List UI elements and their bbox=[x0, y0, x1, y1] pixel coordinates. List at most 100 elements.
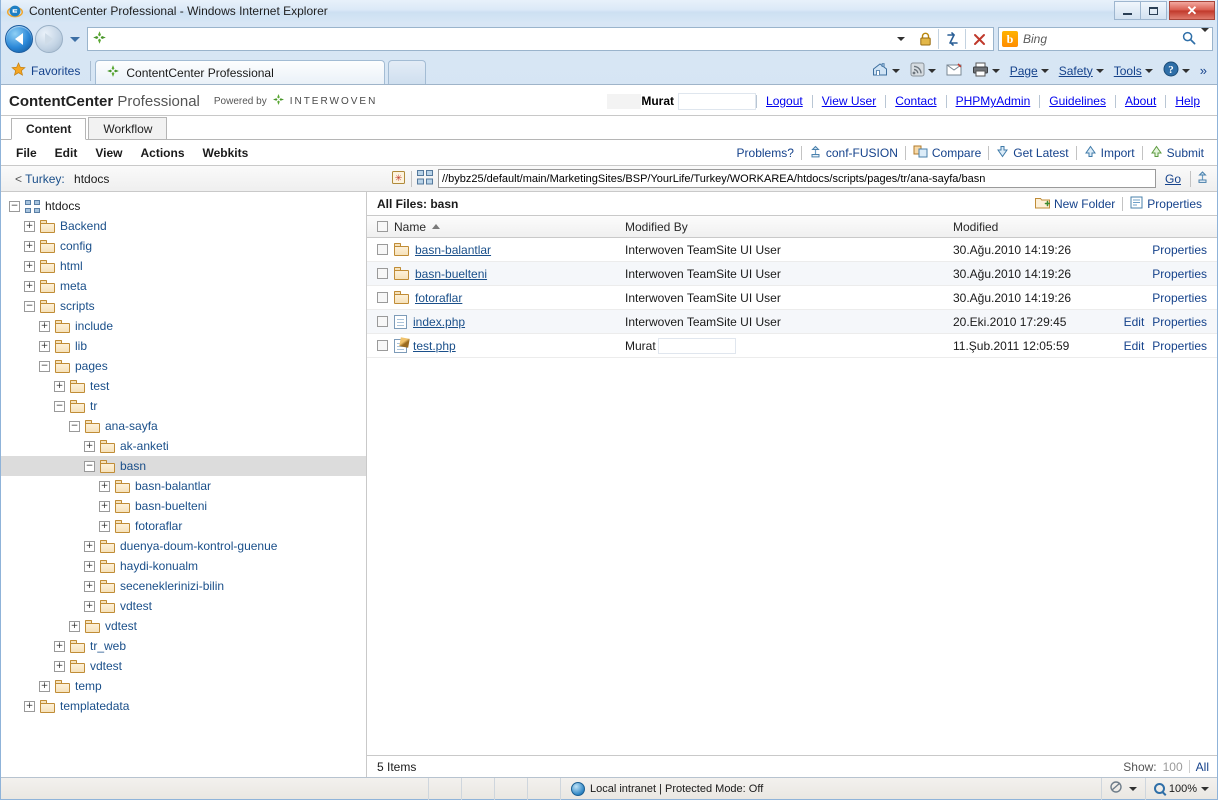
expand-icon[interactable]: + bbox=[54, 660, 65, 672]
privacy-report-button[interactable] bbox=[1100, 777, 1145, 800]
tree-node-basn-buelteni[interactable]: + basn-buelteni bbox=[1, 496, 366, 516]
tree-node-config[interactable]: + config bbox=[1, 236, 366, 256]
tools-menu-button[interactable]: Tools bbox=[1110, 62, 1157, 80]
row-properties-link[interactable]: Properties bbox=[1144, 267, 1207, 281]
tab-workflow[interactable]: Workflow bbox=[88, 117, 168, 139]
search-input[interactable]: Bing bbox=[1018, 32, 1182, 46]
browser-tab-contentcenter[interactable]: ContentCenter Professional bbox=[95, 60, 386, 84]
page-menu-button[interactable]: Page bbox=[1006, 62, 1053, 80]
row-properties-link[interactable]: Properties bbox=[1144, 243, 1207, 257]
expand-icon[interactable]: + bbox=[84, 560, 95, 572]
row-checkbox[interactable] bbox=[377, 268, 388, 279]
expand-icon[interactable]: + bbox=[24, 260, 35, 272]
tree-node-tr[interactable]: − tr bbox=[1, 396, 366, 416]
expand-icon[interactable]: + bbox=[84, 600, 95, 612]
tree-node-pages[interactable]: − pages bbox=[1, 356, 366, 376]
select-all-checkbox[interactable] bbox=[377, 221, 388, 232]
menu-edit[interactable]: Edit bbox=[46, 146, 87, 160]
collapse-icon[interactable]: − bbox=[24, 300, 35, 312]
tree-node-meta[interactable]: + meta bbox=[1, 276, 366, 296]
show-all-link[interactable]: All bbox=[1196, 760, 1209, 774]
tree-node-include[interactable]: + include bbox=[1, 316, 366, 336]
chevron-down-icon[interactable] bbox=[1128, 786, 1137, 791]
address-input[interactable] bbox=[111, 29, 889, 49]
edit-link[interactable]: Edit bbox=[1116, 339, 1145, 353]
header-link-phpmyadmin[interactable]: PHPMyAdmin bbox=[947, 94, 1040, 108]
address-bar[interactable] bbox=[87, 27, 994, 51]
back-button[interactable] bbox=[5, 25, 33, 53]
expand-icon[interactable]: + bbox=[39, 680, 50, 692]
expand-icon[interactable]: + bbox=[39, 340, 50, 352]
chevron-down-icon[interactable] bbox=[891, 68, 900, 73]
header-link-guidelines[interactable]: Guidelines bbox=[1040, 94, 1115, 108]
header-link-view-user[interactable]: View User bbox=[813, 94, 885, 108]
tree-node-test[interactable]: + test bbox=[1, 376, 366, 396]
feeds-button[interactable] bbox=[906, 60, 940, 82]
tree-node-temp[interactable]: + temp bbox=[1, 676, 366, 696]
action-compare[interactable]: Compare bbox=[906, 145, 988, 161]
search-box[interactable]: b Bing bbox=[998, 27, 1213, 51]
collapse-icon[interactable]: − bbox=[69, 420, 80, 432]
safety-menu-button[interactable]: Safety bbox=[1055, 62, 1108, 80]
row-checkbox[interactable] bbox=[377, 292, 388, 303]
tree-node-vdtest[interactable]: + vdtest bbox=[1, 656, 366, 676]
file-name-link[interactable]: test.php bbox=[413, 339, 456, 353]
collapse-icon[interactable]: − bbox=[9, 200, 20, 212]
chevron-down-icon[interactable] bbox=[1181, 68, 1190, 73]
table-row[interactable]: basn-buelteni Interwoven TeamSite UI User… bbox=[367, 262, 1217, 286]
address-dropdown-icon[interactable] bbox=[889, 28, 913, 50]
maximize-button[interactable] bbox=[1140, 1, 1167, 20]
row-checkbox[interactable] bbox=[377, 340, 388, 351]
expand-icon[interactable]: + bbox=[24, 220, 35, 232]
recent-pages-dropdown[interactable] bbox=[67, 36, 83, 42]
tree-node-duenya-doum-kontrol-guenue[interactable]: + duenya-doum-kontrol-guenue bbox=[1, 536, 366, 556]
menu-webkits[interactable]: Webkits bbox=[194, 146, 258, 160]
branch-selector-icon[interactable] bbox=[416, 169, 433, 188]
row-properties-link[interactable]: Properties bbox=[1144, 291, 1207, 305]
tree-node-haydi-konualm[interactable]: + haydi-konualm bbox=[1, 556, 366, 576]
tab-content[interactable]: Content bbox=[11, 118, 87, 140]
file-name-link[interactable]: fotoraflar bbox=[415, 291, 462, 305]
row-checkbox[interactable] bbox=[377, 244, 388, 255]
row-properties-link[interactable]: Properties bbox=[1144, 339, 1207, 353]
tree-node-templatedata[interactable]: + templatedata bbox=[1, 696, 366, 716]
tree-node-lib[interactable]: + lib bbox=[1, 336, 366, 356]
tree-node-html[interactable]: + html bbox=[1, 256, 366, 276]
expand-icon[interactable]: + bbox=[24, 700, 35, 712]
chevron-down-icon[interactable] bbox=[1095, 68, 1104, 73]
breadcrumb-branch[interactable]: Turkey: bbox=[25, 172, 65, 186]
expand-icon[interactable]: + bbox=[69, 620, 80, 632]
menu-actions[interactable]: Actions bbox=[131, 146, 193, 160]
table-row[interactable]: test.php Murat 11.Şub.2011 12:05:59 Edit Pro… bbox=[367, 334, 1217, 358]
folder-tree-pane[interactable]: − htdocs + Backend + config + html + meta − scripts… bbox=[1, 192, 367, 777]
up-branch-icon[interactable] bbox=[1196, 170, 1209, 187]
tree-node-vdtest[interactable]: + vdtest bbox=[1, 596, 366, 616]
refresh-icon[interactable] bbox=[940, 28, 964, 50]
tree-node-ana-sayfa[interactable]: − ana-sayfa bbox=[1, 416, 366, 436]
expand-icon[interactable]: + bbox=[99, 500, 110, 512]
tree-node-htdocs[interactable]: − htdocs bbox=[1, 196, 366, 216]
expand-icon[interactable]: + bbox=[84, 580, 95, 592]
action-conf-fusion[interactable]: conf-FUSION bbox=[802, 145, 905, 161]
collapse-icon[interactable]: − bbox=[84, 460, 95, 472]
new-folder-button[interactable]: New Folder bbox=[1028, 195, 1122, 212]
menu-file[interactable]: File bbox=[7, 146, 46, 160]
header-link-help[interactable]: Help bbox=[1166, 94, 1209, 108]
collapse-icon[interactable]: − bbox=[39, 360, 50, 372]
action-get-latest[interactable]: Get Latest bbox=[989, 145, 1075, 161]
tree-node-tr_web[interactable]: + tr_web bbox=[1, 636, 366, 656]
expand-icon[interactable]: + bbox=[54, 380, 65, 392]
row-checkbox[interactable] bbox=[377, 316, 388, 327]
header-link-logout[interactable]: Logout bbox=[757, 94, 812, 108]
chevron-down-icon[interactable] bbox=[927, 68, 936, 73]
header-link-contact[interactable]: Contact bbox=[886, 94, 945, 108]
expand-icon[interactable]: + bbox=[24, 280, 35, 292]
tree-node-basn[interactable]: − basn bbox=[1, 456, 366, 476]
read-mail-button[interactable] bbox=[942, 61, 966, 81]
stop-icon[interactable] bbox=[967, 28, 991, 50]
table-row[interactable]: index.php Interwoven TeamSite UI User 20.E… bbox=[367, 310, 1217, 334]
security-lock-icon[interactable] bbox=[913, 28, 937, 50]
properties-button[interactable]: Properties bbox=[1123, 196, 1209, 212]
print-button[interactable] bbox=[968, 60, 1004, 82]
chevron-down-icon[interactable] bbox=[1040, 68, 1049, 73]
